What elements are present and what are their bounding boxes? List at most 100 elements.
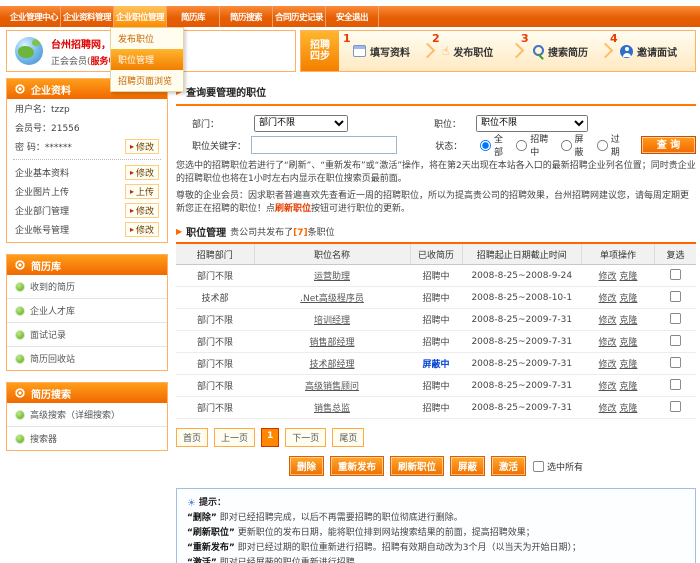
menu-item-publish-job[interactable]: 发布职位	[111, 28, 183, 49]
radio-label: 招聘中	[530, 132, 554, 158]
page-first[interactable]: 首页	[176, 428, 208, 447]
nav-tab-resume-bank[interactable]: 简历库	[167, 6, 220, 27]
status-radio-blocked[interactable]	[560, 139, 571, 150]
row-checkbox[interactable]	[670, 290, 681, 301]
modify-department-button[interactable]: ▸ 修改	[125, 203, 159, 218]
sidebar-item-label: 简历回收站	[30, 352, 75, 365]
clone-link[interactable]: 克隆	[619, 360, 637, 370]
page-prev[interactable]: 上一页	[214, 428, 255, 447]
dept-select[interactable]: 部门不限	[254, 115, 348, 132]
green-bullet-icon	[16, 331, 24, 339]
status-radio-all[interactable]	[480, 139, 491, 150]
modify-password-button[interactable]: ▸ 修改	[125, 139, 159, 154]
job-name-link[interactable]: 高级销售顾问	[305, 382, 359, 392]
step-fill-info[interactable]: 1 填写资料	[339, 31, 428, 71]
position-select[interactable]: 职位不限	[476, 115, 588, 132]
modify-link[interactable]: 修改	[599, 382, 617, 392]
job-name-link[interactable]: 运营助理	[314, 272, 350, 282]
row-checkbox[interactable]	[670, 312, 681, 323]
tip-line: “刷新职位” 更新职位的发布日期，能将职位排到网站搜索结果的前面，提高招聘效果；	[187, 526, 685, 541]
refresh-jobs-button[interactable]: 刷新职位	[390, 456, 444, 476]
step-label: 搜索简历	[548, 44, 588, 59]
tip-text: 更新职位的发布日期，能将职位排到网站搜索结果的前面，提高招聘效果；	[238, 528, 535, 538]
page-current[interactable]: 1	[261, 428, 279, 447]
row-checkbox[interactable]	[670, 378, 681, 389]
keyword-input[interactable]	[251, 136, 397, 154]
step-search-resume[interactable]: 3 搜索简历	[517, 31, 606, 71]
clone-link[interactable]: 克隆	[619, 382, 637, 392]
search-button[interactable]: 查 询	[641, 136, 696, 154]
tip-term: “刷新职位”	[187, 528, 235, 538]
button-label: 修改	[136, 223, 154, 236]
bulk-actions-row: 删除 重新发布 刷新职位 屏蔽 激活 选中所有	[176, 456, 696, 476]
row-checkbox[interactable]	[670, 334, 681, 345]
tip-term: “删除”	[187, 513, 217, 523]
orange-divider	[176, 104, 696, 106]
dept-label: 部门：	[192, 117, 254, 130]
menu-item-recruitment-page-preview[interactable]: 招聘页面浏览	[111, 70, 183, 91]
republish-button[interactable]: 重新发布	[330, 456, 384, 476]
row-checkbox[interactable]	[670, 268, 681, 279]
modify-link[interactable]: 修改	[599, 404, 617, 414]
delete-button[interactable]: 删除	[289, 456, 324, 476]
status-radio-recruiting[interactable]	[516, 139, 527, 150]
nav-tab-logout[interactable]: 安全退出	[326, 6, 379, 27]
step-number: 2	[432, 32, 440, 45]
modify-basic-info-button[interactable]: ▸ 修改	[125, 165, 159, 180]
sidebar-item-talent-pool[interactable]: 企业人才库	[7, 299, 167, 323]
modify-link[interactable]: 修改	[599, 272, 617, 282]
block-button[interactable]: 屏蔽	[450, 456, 485, 476]
notice-paragraph-1: 您选中的招聘职位若进行了“刷新”、“重新发布”或“激活”操作，将在第2天出现在本…	[176, 160, 696, 186]
clone-link[interactable]: 克隆	[619, 404, 637, 414]
table-row: 部门不限 培训经理 招聘中 2008-8-25~2009-7-31 修改 克隆	[176, 309, 696, 331]
modify-link[interactable]: 修改	[599, 294, 617, 304]
nav-tab-management-center[interactable]: 企业管理中心	[8, 6, 61, 27]
step-invite-interview[interactable]: 4 邀请面试	[606, 31, 695, 71]
clone-link[interactable]: 克隆	[619, 294, 637, 304]
job-name-link[interactable]: 销售总监	[314, 404, 350, 414]
green-bullet-icon	[16, 283, 24, 291]
sidebar-item-search-tool[interactable]: 搜索器	[7, 427, 167, 450]
clone-link[interactable]: 克隆	[619, 316, 637, 326]
section-header-resume-bank: 简历库	[7, 255, 167, 275]
sidebar-item-interview-records[interactable]: 面试记录	[7, 323, 167, 347]
modify-link[interactable]: 修改	[599, 338, 617, 348]
job-date: 2008-8-25~2009-7-31	[462, 331, 582, 353]
step-publish-job[interactable]: 2 ☝ 发布职位	[428, 31, 517, 71]
job-name-link[interactable]: 销售部经理	[309, 338, 354, 348]
modify-link[interactable]: 修改	[599, 360, 617, 370]
job-name-link[interactable]: 培训经理	[314, 316, 350, 326]
select-all-checkbox[interactable]	[533, 460, 544, 471]
upload-image-button[interactable]: ▸ 上传	[125, 184, 159, 199]
clone-link[interactable]: 克隆	[619, 272, 637, 282]
clone-link[interactable]: 克隆	[619, 338, 637, 348]
modify-link[interactable]: 修改	[599, 316, 617, 326]
notice-paragraph-2: 尊敬的企业会员：因求职者普遍喜欢先查看近一周的招聘职位，所以为提高贵公司的招聘效…	[176, 190, 696, 216]
row-checkbox[interactable]	[670, 400, 681, 411]
sidebar-item-resume-recycle[interactable]: 简历回收站	[7, 347, 167, 370]
nav-tab-contract-history[interactable]: 合同历史记录	[273, 6, 326, 27]
nav-tab-company-info[interactable]: 企业资料管理	[61, 6, 114, 27]
job-management-dropdown: 发布职位 职位管理 招聘页面浏览	[110, 27, 184, 92]
sidebar-item-received-resumes[interactable]: 收到的简历	[7, 275, 167, 299]
step-label: 邀请面试	[637, 44, 677, 59]
sidebar-section-resume-bank: 简历库 收到的简历 企业人才库 面试记录 简历回收站	[6, 254, 168, 371]
job-date: 2008-8-25~2009-7-31	[462, 353, 582, 375]
page-last[interactable]: 尾页	[332, 428, 364, 447]
activate-button[interactable]: 激活	[491, 456, 526, 476]
status-radio-expired[interactable]	[597, 139, 608, 150]
job-name-link[interactable]: 技术部经理	[309, 360, 354, 370]
nav-tab-resume-search[interactable]: 简历搜索	[220, 6, 273, 27]
page-next[interactable]: 下一页	[285, 428, 326, 447]
job-name-link[interactable]: .Net高级程序员	[300, 294, 364, 304]
username-row: 用户名：tzzp	[7, 99, 167, 118]
modify-account-button[interactable]: ▸ 修改	[125, 222, 159, 237]
arrow-icon: ▸	[130, 169, 134, 177]
green-bullet-icon	[16, 411, 24, 419]
table-header-row: 招聘部门 职位名称 已收简历 招聘起止日期截止时间 单项操作 复选	[176, 243, 696, 265]
row-checkbox[interactable]	[670, 356, 681, 367]
sidebar-item-advanced-search[interactable]: 高级搜索（详细搜索）	[7, 403, 167, 427]
nav-tab-job-management[interactable]: 企业职位管理	[114, 6, 167, 27]
job-dept: 技术部	[176, 287, 254, 309]
menu-item-job-management[interactable]: 职位管理	[111, 49, 183, 70]
